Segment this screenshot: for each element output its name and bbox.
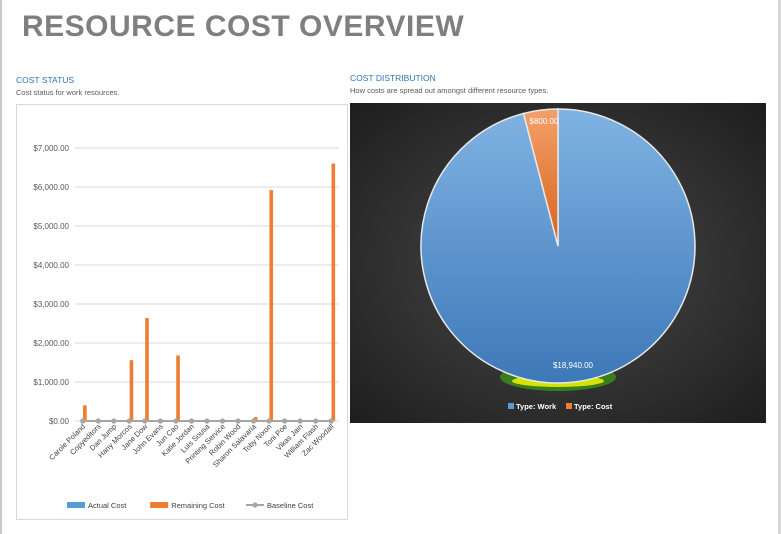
cost-distribution-title: COST DISTRIBUTION bbox=[350, 73, 436, 83]
legend-swatch bbox=[566, 403, 572, 409]
bar-remaining-cost bbox=[331, 163, 336, 421]
legend-label: Type: Work bbox=[516, 402, 557, 411]
cost-distribution-chart-svg: $800.00 $18,940.00 Type: Work Type: Cost bbox=[350, 103, 766, 423]
cost-status-subtitle: Cost status for work resources. bbox=[16, 88, 120, 97]
y-tick-label: $2,000.00 bbox=[33, 339, 69, 348]
pie-label-type-work: $18,940.00 bbox=[553, 361, 594, 370]
y-tick-label: $3,000.00 bbox=[33, 300, 69, 309]
legend-swatch bbox=[150, 502, 169, 508]
cost-status-chart-svg: $0.00 $1,000.00 $2,000.00 $3,000.00 $4,000.0… bbox=[33, 144, 339, 510]
cost-status-chart[interactable]: $0.00 $1,000.00 $2,000.00 $3,000.00 $4,000.0… bbox=[16, 104, 348, 520]
legend-label: Type: Cost bbox=[574, 402, 613, 411]
y-tick-label: $0.00 bbox=[49, 417, 70, 426]
bar-remaining-cost bbox=[269, 190, 274, 421]
y-tick-label: $6,000.00 bbox=[33, 183, 69, 192]
bar-remaining-cost bbox=[129, 360, 134, 421]
bar-remaining-cost bbox=[176, 355, 180, 421]
pie-label-type-cost: $800.00 bbox=[530, 117, 559, 126]
left-border bbox=[0, 0, 2, 534]
legend-marker-baseline-cost bbox=[252, 502, 258, 508]
cost-distribution-subtitle: How costs are spread out amongst differe… bbox=[350, 86, 549, 95]
y-tick-label: $1,000.00 bbox=[33, 378, 69, 387]
legend-label: Remaining Cost bbox=[171, 501, 225, 510]
y-tick-label: $4,000.00 bbox=[33, 261, 69, 270]
legend-label: Baseline Cost bbox=[267, 501, 314, 510]
legend-label: Actual Cost bbox=[88, 501, 127, 510]
cost-status-title: COST STATUS bbox=[16, 75, 75, 85]
y-tick-label: $5,000.00 bbox=[33, 222, 69, 231]
y-tick-label: $7,000.00 bbox=[33, 144, 69, 153]
page-title: RESOURCE COST OVERVIEW bbox=[22, 10, 465, 43]
cost-distribution-chart[interactable]: $800.00 $18,940.00 Type: Work Type: Cost bbox=[350, 103, 766, 423]
legend-swatch bbox=[508, 403, 514, 409]
legend-swatch bbox=[67, 502, 85, 508]
bar-remaining-cost bbox=[145, 318, 149, 421]
